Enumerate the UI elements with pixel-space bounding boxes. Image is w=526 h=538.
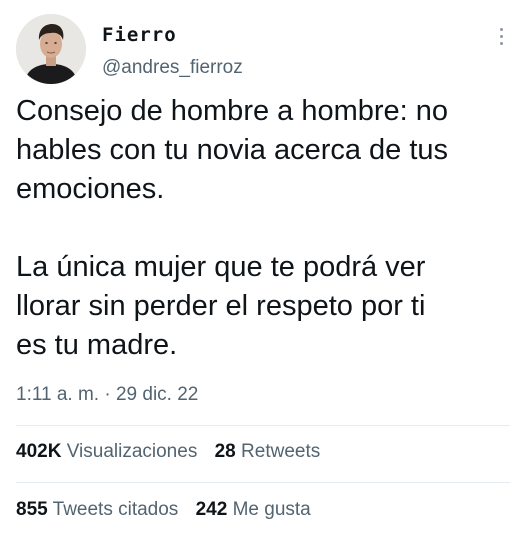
quotes-stat[interactable]: 855 Tweets citados <box>16 499 178 521</box>
likes-stat[interactable]: 242 Me gusta <box>196 499 311 521</box>
more-options-icon[interactable] <box>498 28 504 48</box>
quotes-label: Tweets citados <box>52 499 179 520</box>
tweet-header: Fierro @andres_fierroz <box>16 14 510 86</box>
tweet-timestamp[interactable]: 1:11 a. m. · 29 dic. 22 <box>16 384 198 406</box>
retweets-stat[interactable]: 28 Retweets <box>215 441 321 463</box>
avatar-image <box>16 14 86 84</box>
retweets-count: 28 <box>214 441 236 462</box>
divider <box>16 482 510 483</box>
views-count: 402K <box>16 441 62 462</box>
stats-row-quotes-likes: 855 Tweets citados 242 Me gusta <box>16 499 510 521</box>
views-stat[interactable]: 402K Visualizaciones <box>16 441 197 463</box>
divider <box>16 425 510 426</box>
views-label: Visualizaciones <box>66 441 198 462</box>
dot <box>499 28 503 31</box>
avatar[interactable] <box>16 14 86 84</box>
retweets-label: Retweets <box>241 441 321 462</box>
user-handle[interactable]: @andres_fierroz <box>102 57 243 79</box>
tweet: Fierro @andres_fierroz Consejo de hombre… <box>0 0 526 538</box>
likes-label: Me gusta <box>232 499 311 520</box>
tweet-text: Consejo de hombre a hombre: no hables co… <box>16 95 449 361</box>
dot <box>499 35 503 38</box>
stats-row-views-retweets: 402K Visualizaciones 28 Retweets <box>16 441 510 463</box>
quotes-count: 855 <box>16 499 48 520</box>
display-name[interactable]: Fierro <box>102 24 177 46</box>
likes-count: 242 <box>195 499 228 520</box>
dot <box>499 42 503 45</box>
